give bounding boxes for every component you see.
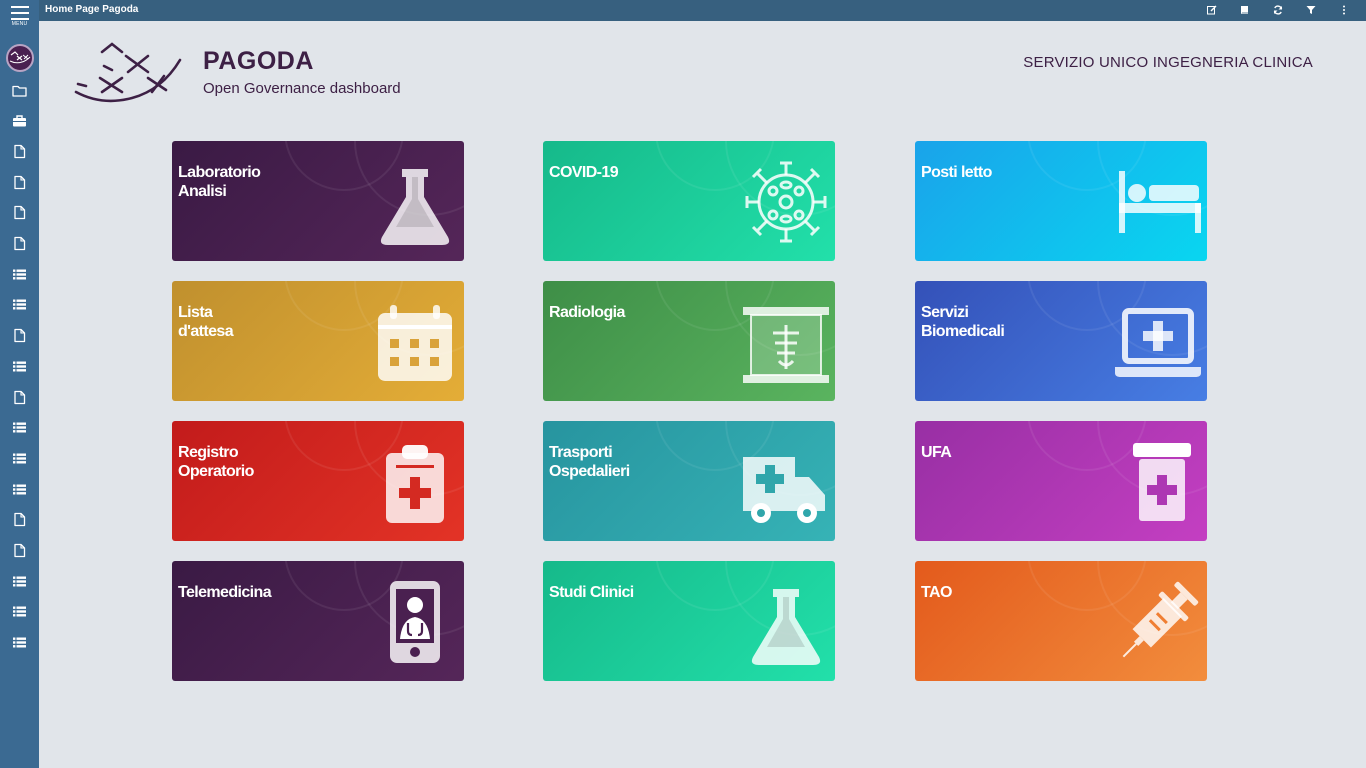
laptop-medical-icon [1115, 299, 1201, 385]
mobile-doctor-icon [372, 579, 458, 665]
tile-label: Telemedicina [178, 584, 272, 601]
page-title: Home Page Pagoda [45, 4, 139, 15]
briefcase-icon[interactable] [11, 113, 28, 129]
virus-icon [743, 159, 829, 245]
list-icon[interactable] [11, 450, 28, 466]
list-icon[interactable] [11, 266, 28, 282]
pagoda-logo [72, 40, 184, 108]
brand-title: PAGODA [203, 47, 314, 75]
menu-button[interactable]: MENU [0, 6, 39, 32]
book-icon[interactable] [1237, 3, 1253, 17]
list-icon[interactable] [11, 573, 28, 589]
tile-label: UFA [921, 444, 952, 461]
brand-subtitle: Open Governance dashboard [203, 80, 401, 97]
bed-icon [1115, 159, 1201, 245]
tile-posti-letto[interactable]: Posti letto [915, 141, 1207, 261]
document-icon[interactable] [11, 236, 28, 252]
tile-label: Posti letto [921, 164, 992, 181]
document-icon[interactable] [11, 143, 28, 159]
document-icon[interactable] [11, 205, 28, 221]
tile-servizi-biomedicali[interactable]: Servizi Biomedicali [915, 281, 1207, 401]
document-icon[interactable] [11, 389, 28, 405]
tile-trasporti-ospedalieri[interactable]: Trasporti Ospedalieri [543, 421, 835, 541]
folder-icon[interactable] [11, 82, 28, 98]
xray-icon [743, 299, 829, 385]
tile-label: Servizi Biomedicali [921, 304, 1005, 340]
tile-tao[interactable]: TAO [915, 561, 1207, 681]
tile-label: Studi Clinici [549, 584, 634, 601]
top-bar: Home Page Pagoda [39, 0, 1366, 21]
tile-label: Radiologia [549, 304, 625, 321]
tile-label: TAO [921, 584, 952, 601]
sidebar: MENU [0, 0, 39, 768]
tile-label: Trasporti Ospedalieri [549, 444, 630, 480]
tile-covid-19[interactable]: COVID-19 [543, 141, 835, 261]
filter-icon[interactable] [1303, 3, 1319, 17]
tile-studi-clinici[interactable]: Studi Clinici [543, 561, 835, 681]
clipboard-medical-icon [372, 439, 458, 525]
list-icon[interactable] [11, 358, 28, 374]
hamburger-icon [10, 6, 29, 20]
document-icon[interactable] [11, 174, 28, 190]
list-icon[interactable] [11, 604, 28, 620]
ambulance-icon [743, 439, 829, 525]
more-vertical-icon[interactable] [1336, 3, 1352, 17]
edit-icon[interactable] [1204, 3, 1220, 17]
tile-radiologia[interactable]: Radiologia [543, 281, 835, 401]
list-icon[interactable] [11, 420, 28, 436]
tile-label: Laboratorio Analisi [178, 164, 261, 200]
tile-label: Registro Operatorio [178, 444, 254, 480]
toolbar [1187, 3, 1352, 17]
calendar-icon [372, 299, 458, 385]
tile-telemedicina[interactable]: Telemedicina [172, 561, 464, 681]
document-icon[interactable] [11, 543, 28, 559]
tile-laboratorio-analisi[interactable]: Laboratorio Analisi [172, 141, 464, 261]
flask-icon [743, 579, 829, 665]
tile-ufa[interactable]: UFA [915, 421, 1207, 541]
list-icon[interactable] [11, 481, 28, 497]
tile-label: COVID-19 [549, 164, 619, 181]
document-icon[interactable] [11, 512, 28, 528]
organization-name: SERVIZIO UNICO INGEGNERIA CLINICA [1023, 54, 1313, 71]
pill-bottle-icon [1115, 439, 1201, 525]
refresh-icon[interactable] [1270, 3, 1286, 17]
list-icon[interactable] [11, 297, 28, 313]
flask-icon [372, 159, 458, 245]
tile-label: Lista d'attesa [178, 304, 234, 340]
list-icon[interactable] [11, 635, 28, 651]
tile-lista-d-attesa[interactable]: Lista d'attesa [172, 281, 464, 401]
avatar[interactable] [6, 44, 34, 72]
syringe-icon [1115, 579, 1201, 665]
tile-registro-operatorio[interactable]: Registro Operatorio [172, 421, 464, 541]
document-icon[interactable] [11, 328, 28, 344]
menu-label: MENU [11, 21, 28, 27]
